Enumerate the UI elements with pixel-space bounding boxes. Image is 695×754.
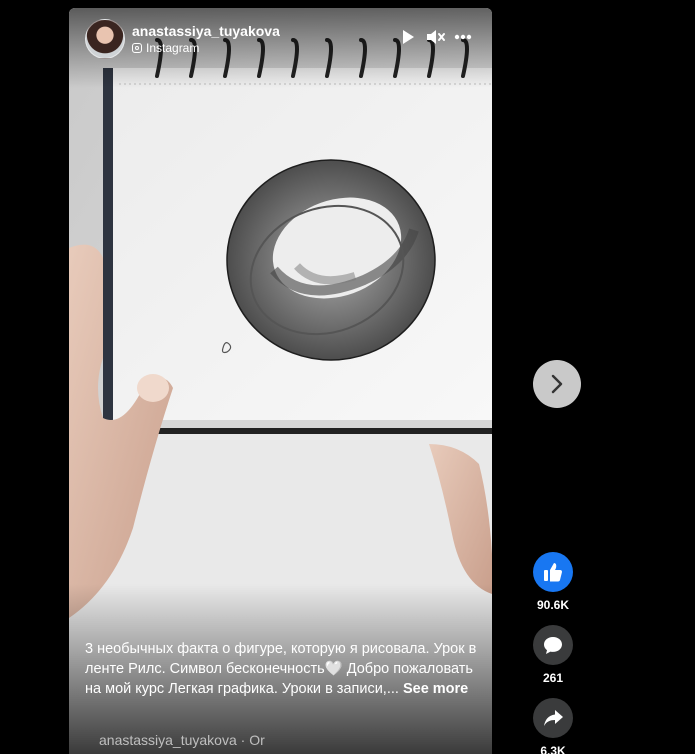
next-reel-button[interactable] — [533, 360, 581, 408]
mute-button[interactable] — [425, 26, 447, 48]
see-more-link[interactable]: See more — [403, 681, 468, 697]
like-action: 90.6K — [532, 552, 574, 612]
like-button[interactable] — [533, 552, 573, 592]
comment-bubble-icon — [544, 637, 562, 654]
comment-button[interactable] — [533, 625, 573, 665]
share-button[interactable] — [533, 698, 573, 738]
play-icon — [403, 30, 414, 44]
thumbs-up-icon — [544, 563, 562, 582]
comment-count: 261 — [542, 671, 564, 685]
speaker-muted-icon — [427, 30, 445, 44]
more-dots-icon — [454, 34, 472, 40]
more-options-button[interactable] — [452, 26, 474, 48]
like-count: 90.6K — [536, 598, 570, 612]
comment-action: 261 — [532, 625, 574, 685]
author-avatar[interactable] — [85, 19, 125, 59]
reel-viewer: anastassiya_tuyakova Instagram 3 необычн… — [0, 0, 695, 754]
chevron-right-icon — [551, 374, 563, 394]
play-button[interactable] — [397, 26, 419, 48]
author-footer[interactable]: anastassiya_tuyakova · Or — [99, 732, 265, 748]
reel-video[interactable]: anastassiya_tuyakova Instagram 3 необычн… — [69, 8, 492, 754]
reel-caption: 3 необычных факта о фигуре, которую я ри… — [85, 639, 480, 699]
share-action: 6.3K — [532, 698, 574, 754]
share-arrow-icon — [544, 710, 563, 726]
source-text: Instagram — [146, 41, 200, 55]
author-name[interactable]: anastassiya_tuyakova — [132, 23, 280, 39]
instagram-icon — [132, 43, 142, 53]
source-label: Instagram — [132, 41, 199, 55]
share-count: 6.3K — [540, 744, 566, 754]
